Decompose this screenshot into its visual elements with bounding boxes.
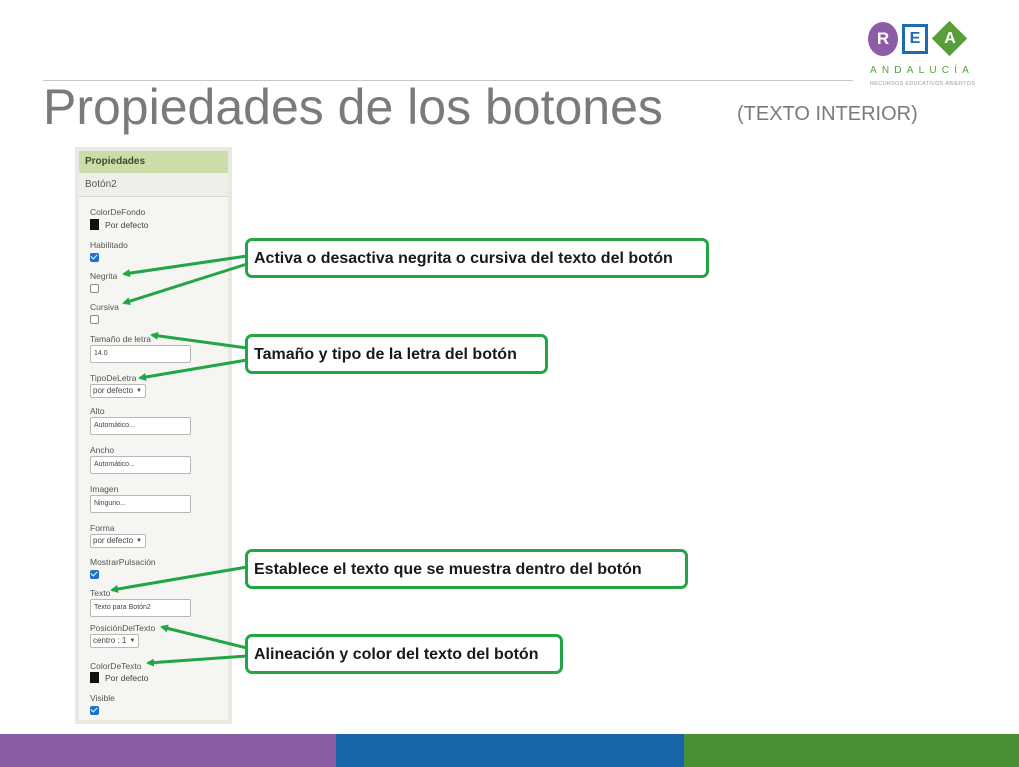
callout-text: Establece el texto que se muestra dentro… (245, 549, 688, 589)
arrow-tamano (150, 331, 248, 350)
footer-bar-purple (0, 734, 336, 767)
callout-alignment: Alineación y color del texto del botón (245, 634, 563, 674)
arrow-color-texto (146, 654, 248, 667)
arrow-texto (110, 565, 248, 593)
callout-font: Tamaño y tipo de la letra del botón (245, 334, 548, 374)
footer-bar-blue (336, 734, 684, 767)
arrow-tipo (138, 358, 248, 381)
arrow-posicion (160, 624, 248, 650)
footer-bar-green (684, 734, 1019, 767)
callout-bold-italic: Activa o desactiva negrita o cursiva del… (245, 238, 709, 278)
